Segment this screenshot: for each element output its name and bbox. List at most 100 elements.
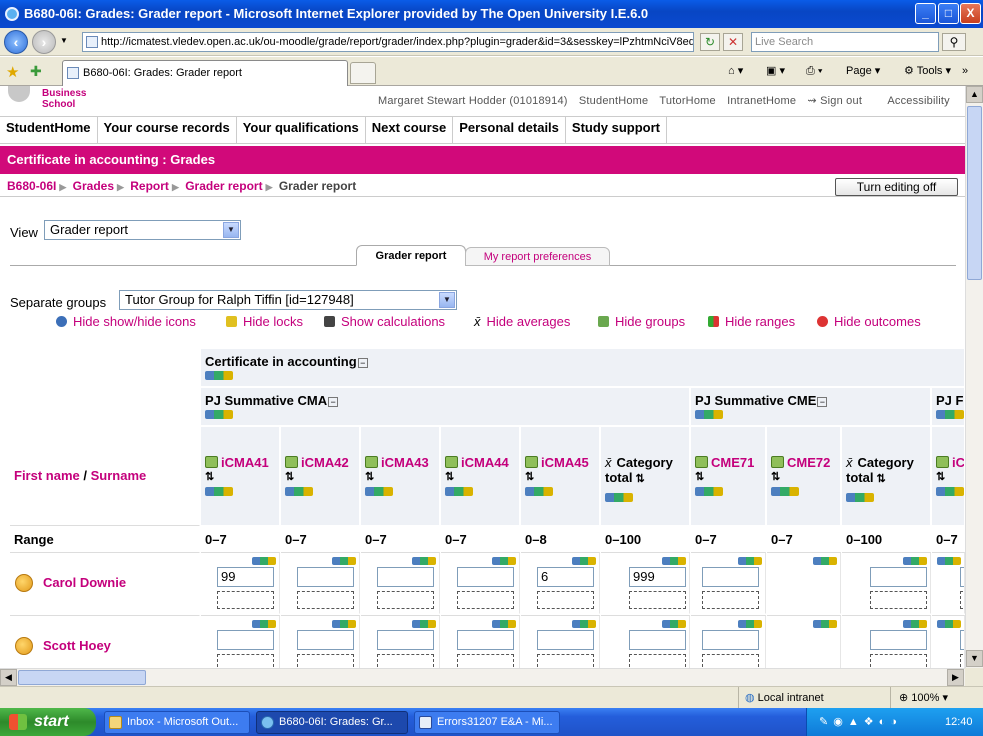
horizontal-scrollbar[interactable]: ◀ ▶ <box>0 668 965 686</box>
address-input[interactable]: http://icmatest.vledev.open.ac.uk/ou-moo… <box>82 32 694 52</box>
new-tab-button[interactable] <box>350 62 376 84</box>
grade-input[interactable] <box>377 630 434 650</box>
scroll-up-arrow[interactable]: ▲ <box>966 86 983 103</box>
tab-report-preferences[interactable]: My report preferences <box>465 247 610 266</box>
add-favorite-icon[interactable]: ✚ <box>30 63 42 80</box>
grade-item-link[interactable]: CME71 ⇅ <box>695 455 754 483</box>
scroll-right-arrow[interactable]: ▶ <box>947 669 964 686</box>
feedback-input[interactable] <box>870 591 927 609</box>
sort-icon[interactable]: ⇅ <box>771 470 830 483</box>
edit-show-lock-icons[interactable] <box>332 557 356 565</box>
grade-input[interactable] <box>702 630 759 650</box>
edit-show-lock-icons[interactable] <box>412 557 436 565</box>
page-menu[interactable]: Page ▾ <box>846 63 880 79</box>
edit-show-lock-icons[interactable] <box>937 620 961 628</box>
edit-show-lock-icons[interactable] <box>936 410 964 419</box>
edit-show-lock-icons[interactable] <box>813 557 837 565</box>
edit-show-lock-icons[interactable] <box>846 493 874 502</box>
collapse-icon[interactable]: − <box>328 397 339 407</box>
sort-surname-link[interactable]: Surname <box>91 468 147 483</box>
refresh-icon[interactable]: ↻ <box>700 33 720 51</box>
back-button[interactable]: ‹ <box>4 30 28 54</box>
edit-show-lock-icons[interactable] <box>332 620 356 628</box>
link-intranethome[interactable]: IntranetHome <box>727 95 796 107</box>
edit-show-lock-icons[interactable] <box>572 620 596 628</box>
taskbar-item-outlook[interactable]: Inbox - Microsoft Out... <box>104 711 250 734</box>
close-button[interactable]: X <box>960 3 981 24</box>
sort-icon[interactable]: ⇅ <box>695 470 754 483</box>
grade-input[interactable] <box>377 567 434 587</box>
sort-icon[interactable]: ⇅ <box>205 470 269 483</box>
grade-input[interactable] <box>297 567 354 587</box>
edit-show-lock-icons[interactable] <box>771 487 799 496</box>
breadcrumb-report[interactable]: Report <box>130 179 169 193</box>
nav-course-records[interactable]: Your course records <box>98 117 237 143</box>
grade-input[interactable] <box>702 567 759 587</box>
edit-show-lock-icons[interactable] <box>605 493 633 502</box>
toggle-averages[interactable]: x̄ Hide averages <box>474 314 570 329</box>
grade-input[interactable] <box>457 567 514 587</box>
feedback-input[interactable] <box>457 654 514 668</box>
tray-icons[interactable]: ✎◉▲❖◐◑ <box>819 708 902 736</box>
edit-show-lock-icons[interactable] <box>903 620 927 628</box>
breadcrumb-grades[interactable]: Grades <box>73 179 114 193</box>
sort-icon[interactable]: ⇅ <box>936 470 964 483</box>
search-input[interactable]: Live Search <box>751 32 939 52</box>
feedback-input[interactable] <box>457 591 514 609</box>
avatar[interactable] <box>15 574 33 592</box>
feedback-input[interactable] <box>377 591 434 609</box>
edit-show-lock-icons[interactable] <box>445 487 473 496</box>
sort-icon[interactable]: ⇅ <box>873 473 886 485</box>
grade-input[interactable]: 6 <box>537 567 594 587</box>
edit-show-lock-icons[interactable] <box>525 487 553 496</box>
edit-show-lock-icons[interactable] <box>492 620 516 628</box>
edit-show-lock-icons[interactable] <box>252 557 276 565</box>
grade-item-link[interactable]: iCMA42 ⇅ <box>285 455 349 483</box>
student-name-link[interactable]: Carol Downie <box>43 575 126 590</box>
minimize-button[interactable]: _ <box>915 3 936 24</box>
nav-studenthome[interactable]: StudentHome <box>0 117 98 143</box>
edit-show-lock-icons[interactable] <box>572 557 596 565</box>
edit-show-lock-icons[interactable] <box>662 620 686 628</box>
grade-item-link[interactable]: iCMA44 ⇅ <box>445 455 509 483</box>
grade-input[interactable] <box>217 630 274 650</box>
student-name-link[interactable]: Scott Hoey <box>43 638 111 653</box>
nav-personal-details[interactable]: Personal details <box>453 117 566 143</box>
favorites-star-icon[interactable]: ★ <box>6 63 19 81</box>
sort-first-name-link[interactable]: First name <box>14 468 80 483</box>
grade-item-link[interactable]: CME72 ⇅ <box>771 455 830 483</box>
scroll-thumb[interactable] <box>18 670 146 685</box>
print-icon[interactable]: ⎙ ▾ <box>806 63 822 79</box>
scroll-left-arrow[interactable]: ◀ <box>0 669 17 686</box>
window-title-bar[interactable]: B680-06I: Grades: Grader report - Micros… <box>0 0 983 28</box>
edit-show-lock-icons[interactable] <box>738 620 762 628</box>
forward-button[interactable]: › <box>32 30 56 54</box>
collapse-icon[interactable]: − <box>817 397 828 407</box>
feedback-input[interactable] <box>629 591 686 609</box>
view-select[interactable]: Grader report ▼ <box>44 220 241 240</box>
grade-input[interactable] <box>457 630 514 650</box>
edit-show-lock-icons[interactable] <box>205 371 233 380</box>
sort-icon[interactable]: ⇅ <box>525 470 589 483</box>
edit-show-lock-icons[interactable] <box>252 620 276 628</box>
edit-show-lock-icons[interactable] <box>205 487 233 496</box>
collapse-icon[interactable]: − <box>357 358 368 368</box>
grade-item-link[interactable]: iC (for⇅ <box>936 455 964 483</box>
stop-icon[interactable]: ✕ <box>723 33 743 51</box>
toggle-show-hide-icons[interactable]: Hide show/hide icons <box>56 314 196 329</box>
feeds-icon[interactable]: ▣ ▾ <box>766 63 785 79</box>
grade-item-link[interactable]: iCMA41 ⇅ <box>205 455 269 483</box>
feedback-input[interactable] <box>217 654 274 668</box>
feedback-input[interactable] <box>629 654 686 668</box>
history-dropdown-icon[interactable]: ▼ <box>60 36 68 45</box>
scroll-thumb[interactable] <box>967 106 982 280</box>
feedback-input[interactable] <box>537 654 594 668</box>
edit-show-lock-icons[interactable] <box>412 620 436 628</box>
grade-input[interactable]: 99 <box>217 567 274 587</box>
sort-icon[interactable]: ⇅ <box>365 470 429 483</box>
feedback-input[interactable] <box>702 654 759 668</box>
taskbar-item-ie[interactable]: B680-06I: Grades: Gr... <box>256 711 408 734</box>
edit-show-lock-icons[interactable] <box>662 557 686 565</box>
scroll-down-arrow[interactable]: ▼ <box>966 650 983 667</box>
sort-icon[interactable]: ⇅ <box>445 470 509 483</box>
